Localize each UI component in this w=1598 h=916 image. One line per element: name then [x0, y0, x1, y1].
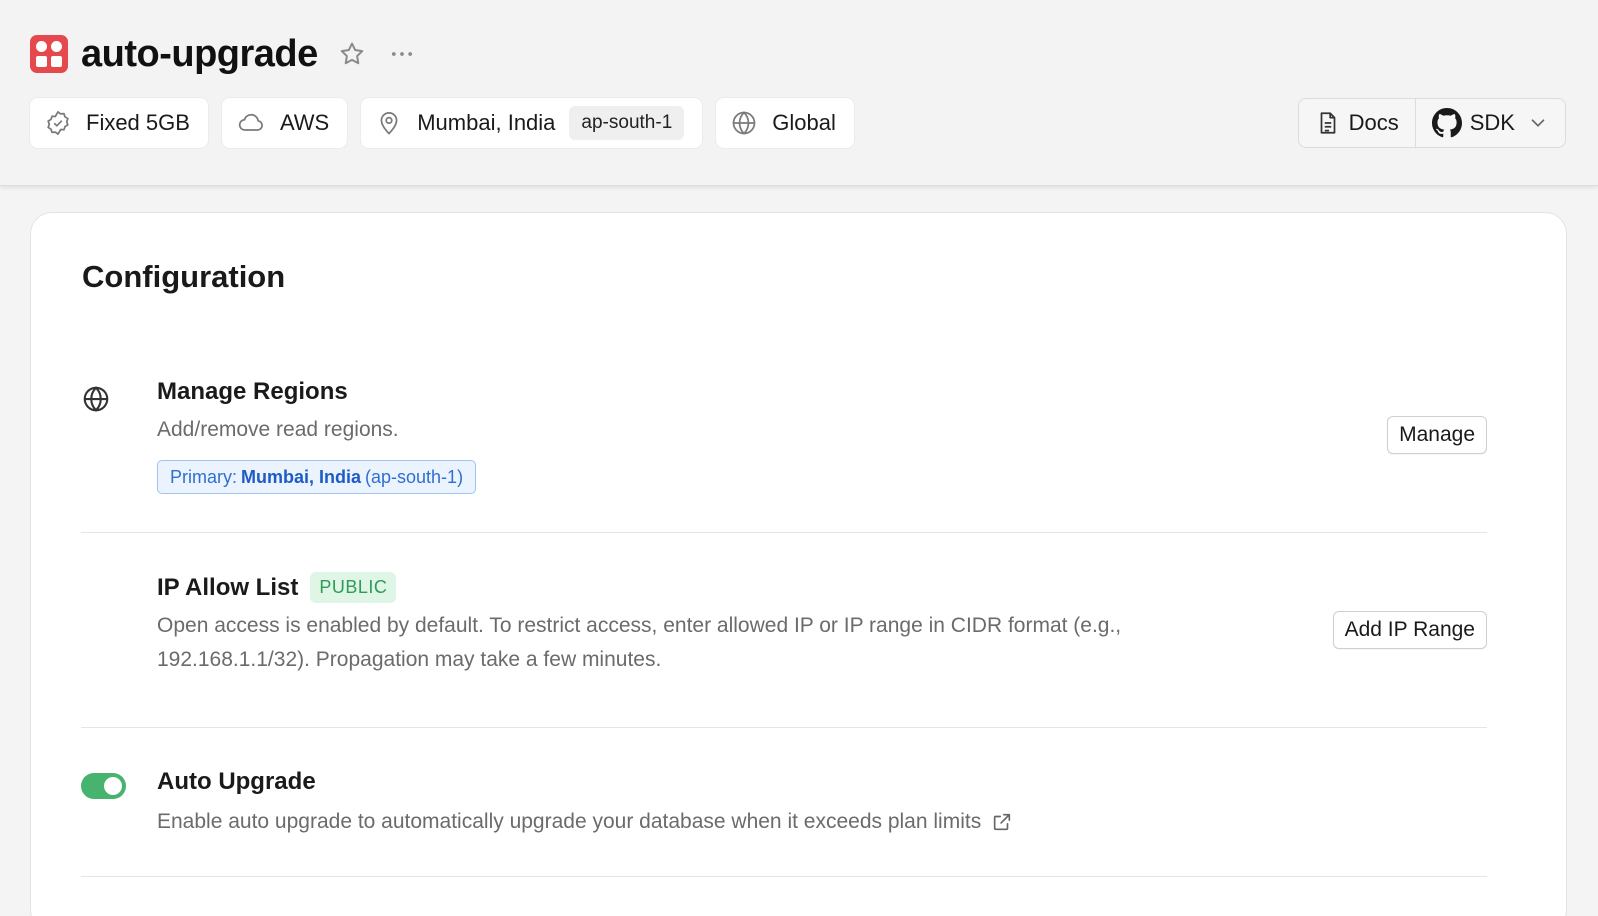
brand-logo-icon: [30, 35, 68, 73]
primary-prefix: Primary:: [170, 466, 237, 487]
ip-allow-description: Open access is enabled by default. To re…: [157, 609, 1121, 677]
ip-allow-section: IP Allow List PUBLIC Open access is enab…: [81, 572, 1487, 682]
more-horizontal-icon[interactable]: [388, 40, 416, 68]
public-badge: PUBLIC: [310, 572, 397, 603]
region-code-tag: ap-south-1: [569, 106, 685, 140]
divider: [81, 532, 1487, 533]
document-icon: [1320, 112, 1335, 134]
location-label: Mumbai, India: [417, 110, 556, 135]
globe-icon: [83, 386, 109, 412]
sdk-dropdown[interactable]: SDK: [1416, 99, 1565, 147]
primary-location: Mumbai, India: [241, 466, 362, 487]
cloud-label: AWS: [279, 110, 330, 135]
map-pin-icon: [380, 112, 398, 135]
info-chips: Fixed 5GB AWS Mumbai, India ap-south-1 G…: [30, 98, 854, 148]
cloud-chip[interactable]: AWS: [221, 98, 348, 148]
regions-description: Add/remove read regions.: [157, 418, 399, 441]
globe-icon: [732, 111, 756, 135]
docs-label: Docs: [1348, 110, 1399, 135]
star-icon[interactable]: [338, 40, 366, 68]
auto-upgrade-toggle[interactable]: [81, 773, 126, 799]
github-icon: [1431, 108, 1462, 138]
ip-allow-title-text: IP Allow List: [157, 573, 299, 601]
manage-button[interactable]: Manage: [1387, 416, 1487, 454]
database-title: auto-upgrade: [81, 32, 318, 75]
toggle-knob: [104, 777, 122, 795]
scope-label: Global: [772, 110, 836, 135]
docs-sdk-group: Docs SDK: [1297, 98, 1566, 148]
card-title: Configuration: [82, 259, 286, 294]
primary-region-pill: Primary: Mumbai, India (ap-south-1): [157, 460, 477, 494]
chevron-down-icon: [1531, 119, 1545, 127]
location-chip[interactable]: Mumbai, India ap-south-1: [361, 98, 703, 148]
scope-chip[interactable]: Global: [716, 98, 854, 148]
add-ip-range-button[interactable]: Add IP Range: [1332, 611, 1487, 649]
regions-title: Manage Regions: [157, 378, 348, 405]
page-header: auto-upgrade Fixed 5GB AWS Mumbai, India…: [0, 0, 1598, 186]
auto-upgrade-title: Auto Upgrade: [157, 768, 316, 795]
divider: [81, 727, 1487, 728]
cloud-icon: [238, 113, 263, 131]
primary-code: (ap-south-1): [365, 466, 464, 487]
external-link-icon[interactable]: [991, 811, 1013, 833]
auto-upgrade-description: Enable auto upgrade to automatically upg…: [157, 810, 982, 833]
auto-upgrade-description-row: Enable auto upgrade to automatically upg…: [157, 805, 1013, 839]
plan-chip[interactable]: Fixed 5GB: [30, 98, 208, 148]
ip-allow-description-line2: 192.168.1.1/32). Propagation may take a …: [157, 648, 662, 671]
divider: [81, 876, 1487, 877]
docs-button[interactable]: Docs: [1299, 99, 1416, 147]
ip-allow-title: IP Allow List PUBLIC: [157, 572, 397, 603]
ip-allow-description-line1: Open access is enabled by default. To re…: [157, 614, 1122, 637]
sdk-label: SDK: [1469, 110, 1515, 135]
title-row: auto-upgrade: [30, 32, 416, 76]
auto-upgrade-section: Auto Upgrade Enable auto upgrade to auto…: [81, 768, 1487, 848]
manage-regions-section: Manage Regions Add/remove read regions. …: [81, 378, 1487, 498]
badge-check-icon: [47, 111, 69, 135]
configuration-card: Configuration Manage Regions Add/remove …: [30, 212, 1567, 916]
plan-label: Fixed 5GB: [86, 110, 190, 135]
